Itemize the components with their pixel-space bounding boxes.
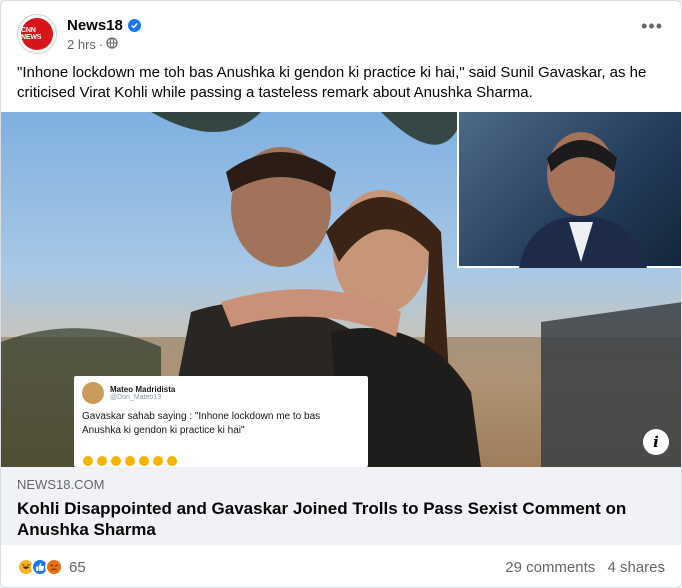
angry-reaction-icon (45, 558, 63, 576)
name-row: News18 (67, 17, 141, 34)
post-time-row: 2 hrs · (67, 37, 141, 52)
link-preview[interactable]: NEWS18.COM Kohli Disappointed and Gavask… (1, 467, 681, 545)
post-meta: News18 2 hrs · (67, 17, 141, 52)
page-avatar[interactable]: CNN NEWS (17, 14, 57, 54)
inset-portrait (519, 132, 647, 268)
tweet-avatar (82, 382, 104, 404)
post-time[interactable]: 2 hrs (67, 37, 96, 52)
inset-photo (457, 112, 681, 268)
shares-count[interactable]: 4 shares (607, 559, 665, 576)
info-icon[interactable]: i (643, 429, 669, 455)
tweet-text: Gavaskar sahab saying : "Inhone lockdown… (82, 411, 321, 436)
tweet-screenshot: Mateo Madridista @Don_Mateo13 Gavaskar s… (74, 376, 368, 467)
post-card: CNN NEWS News18 2 hrs · ••• "Inhone lock… (0, 0, 682, 588)
tweet-author-handle: @Don_Mateo13 (110, 394, 162, 401)
post-footer: 65 29 comments 4 shares (17, 545, 665, 587)
separator-dot: · (98, 36, 104, 52)
tweet-author-name: Mateo Madridista (110, 385, 176, 394)
verified-badge-icon (127, 18, 141, 32)
post-header: CNN NEWS News18 2 hrs · (17, 13, 141, 55)
tweet-laughing-emojis (82, 454, 202, 467)
engagement-stats: 29 comments 4 shares (497, 559, 665, 576)
globe-icon (106, 36, 118, 52)
news18-logo: CNN NEWS (21, 18, 53, 50)
more-options-icon[interactable]: ••• (641, 17, 663, 35)
page-name[interactable]: News18 (67, 17, 123, 34)
tweet-names: Mateo Madridista @Don_Mateo13 (110, 385, 175, 401)
link-title[interactable]: Kohli Disappointed and Gavaskar Joined T… (17, 498, 667, 540)
link-domain: NEWS18.COM (17, 477, 105, 492)
post-caption: "Inhone lockdown me toh bas Anushka ki g… (17, 64, 647, 101)
post-image[interactable]: Mateo Madridista @Don_Mateo13 Gavaskar s… (1, 112, 681, 467)
reaction-count[interactable]: 65 (69, 559, 86, 576)
tweet-header: Mateo Madridista @Don_Mateo13 (82, 382, 360, 404)
comments-count[interactable]: 29 comments (505, 559, 595, 576)
reactions-summary[interactable]: 65 (17, 558, 86, 576)
